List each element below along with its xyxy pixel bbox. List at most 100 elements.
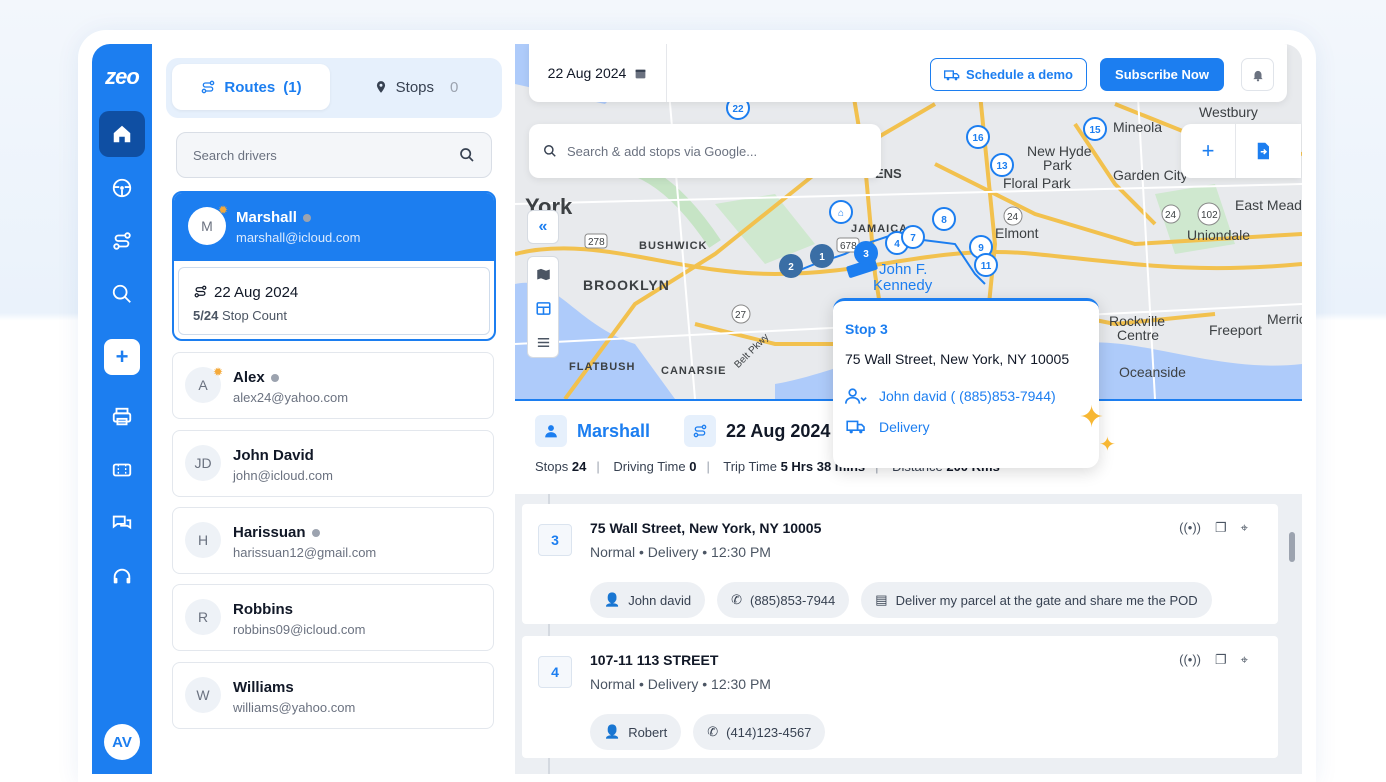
double-chevron-left-icon: «	[538, 218, 548, 235]
route-date-text: 22 Aug 2024	[214, 284, 299, 301]
map-view-button[interactable]	[528, 257, 558, 291]
nav-support[interactable]	[99, 554, 145, 600]
top-bar: 22 Aug 2024 Schedule a demo Subscribe No…	[529, 44, 1287, 102]
svg-text:7: 7	[910, 233, 916, 244]
tab-routes[interactable]: Routes (1)	[172, 64, 330, 110]
ticket-icon	[112, 463, 132, 477]
svg-text:John F.: John F.	[879, 261, 927, 278]
import-button[interactable]	[1235, 124, 1289, 178]
phone-chip[interactable]: ✆ (414)123-4567	[693, 714, 826, 750]
svg-text:27: 27	[735, 310, 747, 321]
phone-icon: ✆	[731, 592, 742, 607]
scrollbar[interactable]	[1289, 532, 1295, 562]
split-view-button[interactable]	[528, 291, 558, 325]
copy-icon[interactable]: ❐	[1215, 652, 1227, 668]
popup-contact: John david ( (885)853-7944)	[845, 387, 1056, 405]
nav-routes[interactable]	[99, 218, 145, 264]
tab-stops-count: 0	[450, 78, 459, 96]
phone-chip[interactable]: ✆ (885)853-7944	[717, 582, 850, 618]
svg-text:⌂: ⌂	[838, 208, 844, 219]
svg-text:22: 22	[732, 104, 744, 115]
svg-text:9: 9	[978, 243, 984, 254]
driver-name: Harissuan	[233, 524, 320, 541]
summary-date: 22 Aug 2024	[726, 420, 831, 441]
contact-chip-text: John david	[628, 592, 692, 608]
schedule-demo-button[interactable]: Schedule a demo	[930, 58, 1087, 91]
zeo-logo: zeo	[105, 64, 140, 89]
user-icon	[845, 388, 867, 404]
driver-item[interactable]: W Williams williams@yahoo.com	[172, 662, 494, 729]
headset-icon	[113, 568, 131, 584]
map-search-placeholder: Search & add stops via Google...	[567, 143, 758, 159]
user-icon	[545, 425, 557, 438]
selected-driver-card[interactable]: M ✹ Marshall marshall@icloud.com 22 Aug …	[172, 191, 496, 341]
nav-search[interactable]	[99, 271, 145, 317]
date-picker[interactable]: 22 Aug 2024	[529, 44, 667, 102]
user-avatar[interactable]: AV	[104, 724, 140, 760]
svg-text:1: 1	[819, 252, 825, 263]
avatar: H	[185, 522, 221, 558]
driver-item[interactable]: R Robbins robbins09@icloud.com	[172, 584, 494, 651]
popup-type: Delivery	[845, 419, 930, 435]
nav-drivers[interactable]	[99, 165, 145, 211]
view-toggle	[527, 256, 559, 358]
locate-icon[interactable]: ⌖	[1241, 520, 1248, 536]
driver-search[interactable]: Search drivers	[176, 132, 492, 178]
status-dot	[302, 214, 311, 223]
nav-chat[interactable]	[99, 500, 145, 546]
popup-contact-text: John david ( (885)853-7944)	[879, 388, 1056, 404]
svg-text:Westbury: Westbury	[1199, 104, 1258, 120]
list-view-button[interactable]	[528, 325, 558, 359]
add-stop-button[interactable]: +	[1181, 124, 1235, 178]
copy-icon[interactable]: ❐	[1215, 520, 1227, 536]
user-icon: 👤	[604, 724, 621, 739]
notifications-button[interactable]	[1241, 58, 1274, 91]
stop-popup[interactable]: Stop 3 75 Wall Street, New York, NY 1000…	[833, 298, 1099, 468]
signal-icon[interactable]: ((•))	[1179, 652, 1201, 668]
stop-card[interactable]: 3 75 Wall Street, New York, NY 10005 Nor…	[522, 504, 1278, 624]
phone-chip-text: (414)123-4567	[726, 724, 812, 740]
driver-email: harissuan12@gmail.com	[233, 545, 377, 560]
add-button[interactable]: +	[104, 339, 140, 375]
driver-item[interactable]: A ✹ Alex alex24@yahoo.com	[172, 352, 494, 419]
main-area: York BUSHWICK BROOKLYN FLATBUSH CANARSIE…	[515, 44, 1302, 774]
driver-item[interactable]: JD John David john@icloud.com	[172, 430, 494, 497]
sun-icon: ✹	[218, 203, 229, 217]
map-search-input[interactable]: Search & add stops via Google...	[529, 124, 881, 178]
driver-item[interactable]: H Harissuan harissuan12@gmail.com	[172, 507, 494, 574]
nav-tickets[interactable]	[99, 447, 145, 493]
stop-meta: Normal • Delivery • 12:30 PM	[590, 544, 771, 560]
plus-icon: +	[115, 344, 129, 369]
driver-name-text: Marshall	[236, 209, 297, 226]
svg-text:2: 2	[788, 262, 794, 273]
user-icon: 👤	[604, 592, 621, 607]
svg-text:CANARSIE: CANARSIE	[661, 365, 726, 377]
driver-email: john@icloud.com	[233, 468, 333, 483]
nav-rail: zeo + AV	[92, 44, 152, 774]
driver-name: Marshall	[236, 209, 311, 226]
tab-routes-label: Routes	[224, 78, 276, 96]
collapse-panel-button[interactable]: «	[527, 210, 559, 244]
note-icon: ▤	[875, 592, 888, 607]
stop-count: 5/24 Stop Count	[193, 308, 287, 323]
svg-text:Mineola: Mineola	[1113, 119, 1162, 135]
svg-text:Floral Park: Floral Park	[1003, 175, 1072, 191]
list-icon	[537, 337, 549, 347]
svg-text:278: 278	[588, 237, 605, 248]
stop-count-value: 5/24	[193, 308, 219, 323]
subscribe-button[interactable]: Subscribe Now	[1100, 58, 1224, 91]
stop-card[interactable]: 4 107-11 113 STREET Normal • Delivery • …	[522, 636, 1278, 758]
search-placeholder: Search drivers	[193, 147, 277, 163]
summary-driver-name[interactable]: Marshall	[577, 421, 650, 442]
route-card[interactable]: 22 Aug 2024 5/24 Stop Count	[178, 267, 490, 335]
signal-icon[interactable]: ((•))	[1179, 520, 1201, 536]
locate-icon[interactable]: ⌖	[1241, 652, 1248, 668]
nav-print[interactable]	[99, 394, 145, 440]
svg-text:3: 3	[863, 249, 869, 260]
svg-text:24: 24	[1007, 212, 1019, 223]
tab-stops[interactable]: Stops 0	[336, 64, 496, 110]
driver-name: John David	[233, 447, 314, 464]
app-window: zeo + AV Routes (1) Stops 0 Search drive…	[92, 44, 1302, 774]
nav-home[interactable]	[99, 111, 145, 157]
driver-name: Robbins	[233, 601, 293, 618]
